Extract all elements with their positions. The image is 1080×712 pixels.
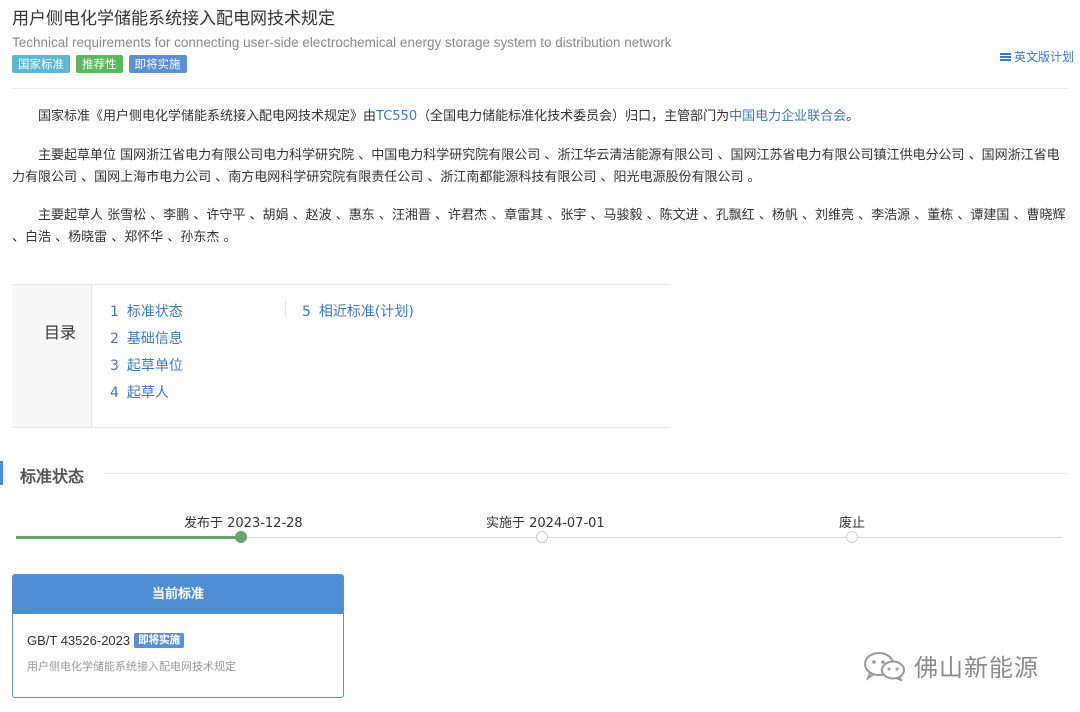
drafters-paragraph: 主要起草人 张雪松 、李鹏 、许守平 、胡娟 、赵波 、惠东 、汪湘晋 、许君杰… (12, 208, 1066, 245)
section-header-status: 标准状态 (0, 461, 1068, 486)
list-icon (999, 52, 1011, 62)
toc-item-status[interactable]: 1 标准状态 (110, 301, 183, 323)
badge-upcoming: 即将实施 (128, 55, 187, 73)
toc-num: 1 (110, 304, 119, 320)
intro-paragraph-1: 国家标准《用户侧电化学储能系统接入配电网技术规定》由TC550（全国电力储能标准… (12, 106, 1068, 128)
toc-item-drafting-units[interactable]: 3 起草单位 (110, 355, 183, 377)
status-timeline: 发布于 2023-12-28 实施于 2024-07-01 废止 (16, 512, 1062, 548)
toc-num: 3 (110, 358, 119, 374)
section-title: 标准状态 (20, 467, 85, 486)
table-of-contents: 目录 1 标准状态 2 基础信息 3 起草单位 4 起草人 5 相近标准(计划) (12, 284, 670, 428)
standard-code-row: GB/T 43526-2023 即将实施 (27, 633, 185, 648)
timeline-dot-abolished (846, 531, 858, 543)
badge-national-standard: 国家标准 (12, 55, 70, 73)
card-header: 当前标准 (13, 575, 343, 614)
toc-num: 2 (110, 331, 119, 347)
badge-recommended: 推荐性 (76, 55, 123, 73)
toc-item-label: 基础信息 (126, 331, 183, 347)
toc-column-1: 1 标准状态 2 基础信息 3 起草单位 4 起草人 (110, 301, 183, 404)
toc-item-label: 相近标准(计划) (318, 304, 414, 320)
intro-text: 。 (846, 109, 860, 124)
timeline-dot-published (235, 531, 247, 543)
timeline-dot-implemented (536, 531, 548, 543)
toc-column-2: 5 相近标准(计划) (302, 301, 414, 323)
english-plan-link[interactable]: 英文版计划 (999, 48, 1074, 65)
wechat-icon (864, 651, 905, 681)
watermark-text: 佛山新能源 (914, 654, 1039, 682)
toc-num: 4 (110, 385, 119, 401)
standard-name: 用户侧电化学储能系统接入配电网技术规定 (27, 660, 236, 673)
drafting-units-paragraph: 主要起草单位 国网浙江省电力有限公司电力科学研究院 、中国电力科学研究院有限公司… (12, 148, 1060, 185)
intro-text: 国家标准《用户侧电化学储能系统接入配电网技术规定》由 (38, 109, 377, 124)
intro-text: （全国电力储能标准化技术委员会）归口，主管部门为 (417, 109, 730, 124)
toc-item-label: 标准状态 (126, 304, 183, 320)
toc-num: 5 (302, 304, 311, 320)
timeline-label-abolished: 废止 (839, 516, 866, 531)
toc-item-drafters[interactable]: 4 起草人 (110, 382, 183, 404)
page-header: 用户侧电化学储能系统接入配电网技术规定 Technical requiremen… (12, 8, 1072, 73)
timeline-label-published: 发布于 2023-12-28 (184, 516, 303, 531)
section-divider (104, 473, 1068, 474)
toc-label: 目录 (44, 323, 77, 342)
header-divider (12, 88, 1068, 89)
page-title: 用户侧电化学储能系统接入配电网技术规定 (12, 9, 335, 29)
page-subtitle-en: Technical requirements for connecting us… (12, 35, 672, 50)
watermark: 佛山新能源 (862, 648, 1039, 683)
section-accent-bar (0, 461, 3, 485)
badge-group: 国家标准 推荐性 即将实施 (12, 55, 1072, 73)
toc-item-label: 起草单位 (126, 358, 183, 374)
tc550-link[interactable]: TC550 (376, 109, 417, 124)
current-standard-card[interactable]: 当前标准 GB/T 43526-2023 即将实施 用户侧电化学储能系统接入配电… (12, 574, 344, 698)
department-link[interactable]: 中国电力企业联合会 (729, 109, 846, 124)
timeline-progress (16, 536, 242, 539)
standard-code: GB/T 43526-2023 (27, 633, 131, 648)
toc-label-box: 目录 (12, 285, 92, 427)
toc-separator (285, 301, 286, 317)
toc-item-similar-standards[interactable]: 5 相近标准(计划) (302, 301, 414, 323)
toc-item-label: 起草人 (126, 385, 169, 401)
english-plan-label: 英文版计划 (1013, 50, 1074, 64)
toc-item-basic-info[interactable]: 2 基础信息 (110, 328, 183, 350)
timeline-label-implemented: 实施于 2024-07-01 (486, 516, 605, 531)
card-status-badge: 即将实施 (134, 633, 185, 648)
